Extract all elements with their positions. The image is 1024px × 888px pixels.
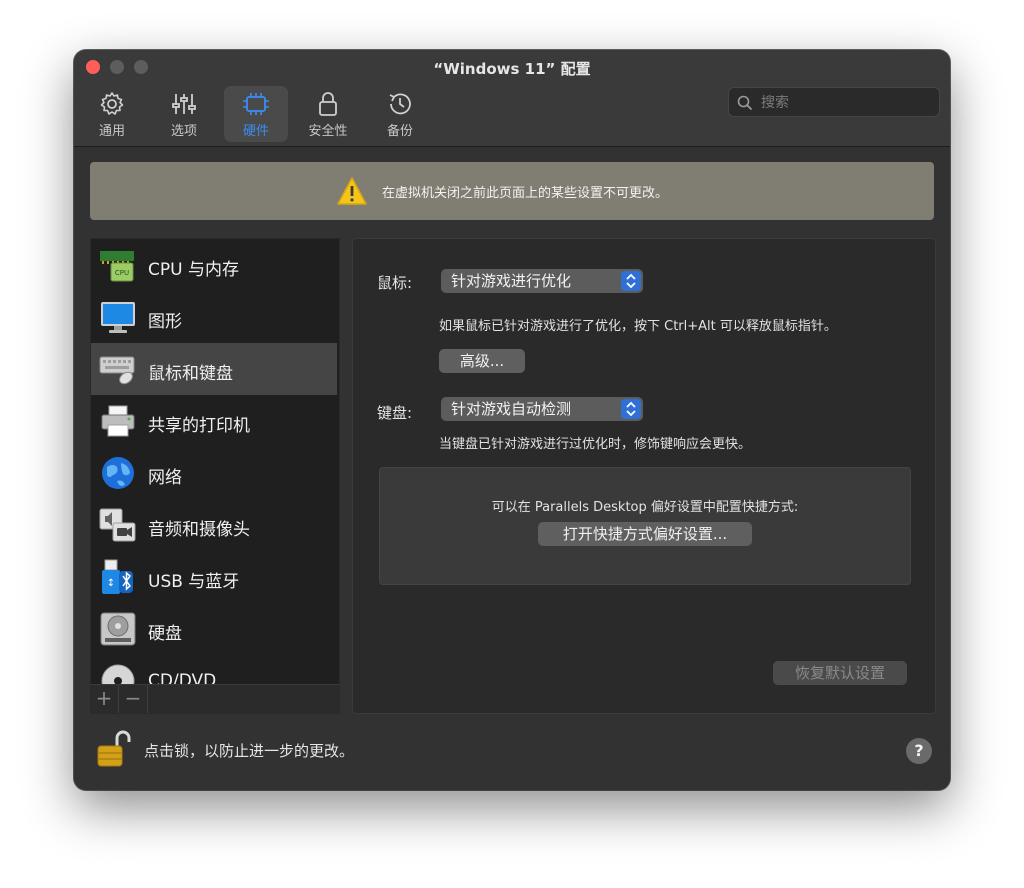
keyboard-label: 键盘: [377,404,413,422]
sidebar-item-mouse-keyboard[interactable]: 鼠标和键盘 [91,343,337,395]
toolbar-general[interactable]: 通用 [80,86,144,142]
warning-text: 在虚拟机关闭之前此页面上的某些设置不可更改。 [382,186,669,201]
warning-icon [337,177,367,205]
sidebar-item-usb-bluetooth[interactable]: ↕ USB 与蓝牙 [91,551,337,603]
toolbar-security-label: 安全性 [308,124,348,139]
shortcuts-box: 可以在 Parallels Desktop 偏好设置中配置快捷方式: 打开快捷方… [379,467,911,585]
keyboard-mode-value: 针对游戏自动检测 [451,400,572,418]
search-field[interactable] [728,87,940,117]
toolbar-options-label: 选项 [170,124,197,139]
title-bar: “Windows 11” 配置 通用 选项 硬件 安全性 备份 搜索 [74,50,950,147]
sidebar-item-label: 鼠标和键盘 [148,364,233,384]
cpu-memory-icon: CPU [100,251,134,282]
mouse-mode-select[interactable]: 针对游戏进行优化 [441,269,643,293]
sidebar-item-label: CPU 与内存 [148,260,239,280]
toolbar-backup-label: 备份 [386,124,413,139]
sidebar-item-label: 共享的打印机 [148,416,250,436]
svg-text:CPU: CPU [115,269,129,277]
printer-icon [101,405,135,437]
svg-text:↕: ↕ [107,578,115,589]
select-arrows-icon [621,399,641,419]
sidebar-item-audio-camera[interactable]: 音频和摄像头 [91,499,337,551]
shortcuts-text: 可以在 Parallels Desktop 偏好设置中配置快捷方式: [491,500,799,515]
advanced-button[interactable]: 高级... [439,349,525,373]
mouse-keyboard-panel: 鼠标: 针对游戏进行优化 如果鼠标已针对游戏进行了优化，按下 Ctrl+Alt … [352,238,936,714]
chip-icon [243,93,269,115]
sidebar-item-cpu-memory[interactable]: CPU CPU 与内存 [91,239,337,291]
select-arrows-icon [621,271,641,291]
lock-icon [319,92,337,116]
help-button[interactable]: ? [906,738,932,764]
search-input[interactable] [759,92,933,114]
toolbar-general-label: 通用 [98,124,125,139]
sidebar-item-hard-disk[interactable]: 硬盘 [91,603,337,655]
clock-history-icon [389,93,411,115]
keyboard-mode-select[interactable]: 针对游戏自动检测 [441,397,643,421]
sliders-icon [172,94,196,114]
monitor-icon [101,302,135,333]
audio-camera-icon [99,508,136,542]
sidebar-item-label: 硬盘 [148,624,182,644]
sidebar-item-printer[interactable]: 共享的打印机 [91,395,337,447]
sidebar-item-network[interactable]: 网络 [91,447,337,499]
mouse-description: 如果鼠标已针对游戏进行了优化，按下 Ctrl+Alt 可以释放鼠标指针。 [439,319,837,334]
toolbar-hardware[interactable]: 硬件 [224,86,288,142]
keyboard-description: 当键盘已针对游戏进行过优化时，修饰键响应会更快。 [439,437,752,452]
toolbar-backup[interactable]: 备份 [368,86,432,142]
sidebar-item-label: 图形 [148,312,182,332]
mouse-label: 鼠标: [377,274,413,292]
gear-icon [100,92,124,115]
keyboard-mouse-icon [99,356,135,385]
toolbar-hardware-label: 硬件 [242,124,269,139]
sidebar-item-label: USB 与蓝牙 [148,572,240,592]
usb-bluetooth-icon: ↕ [102,559,133,594]
toolbar-options[interactable]: 选项 [152,86,216,142]
sidebar-item-label: 音频和摄像头 [148,520,250,540]
hard-disk-icon [100,612,136,646]
globe-icon [102,457,134,489]
sidebar-footer: + − [90,684,340,713]
sidebar-item-graphics[interactable]: 图形 [91,291,337,343]
mouse-mode-value: 针对游戏进行优化 [451,272,572,290]
toolbar-security[interactable]: 安全性 [296,86,360,142]
hardware-sidebar: CPU CPU 与内存 图形 鼠标和键盘 共享的打印机 网络 音频和摄像头 ↕ … [90,238,340,714]
lock-hint-text: 点击锁，以防止进一步的更改。 [144,742,355,760]
window-title: “Windows 11” 配置 [433,60,591,78]
unlocked-lock-icon[interactable] [96,728,132,768]
warning-banner: 在虚拟机关闭之前此页面上的某些设置不可更改。 [90,162,934,220]
add-device-button[interactable]: + [90,685,119,713]
remove-device-button[interactable]: − [119,685,148,713]
restore-defaults-button[interactable]: 恢复默认设置 [773,661,907,685]
open-shortcut-preferences-button[interactable]: 打开快捷方式偏好设置... [538,522,752,546]
sidebar-item-label: 网络 [148,468,182,488]
settings-window: “Windows 11” 配置 通用 选项 硬件 安全性 备份 搜索 在虚拟机关… [74,50,950,790]
search-icon [737,95,753,111]
